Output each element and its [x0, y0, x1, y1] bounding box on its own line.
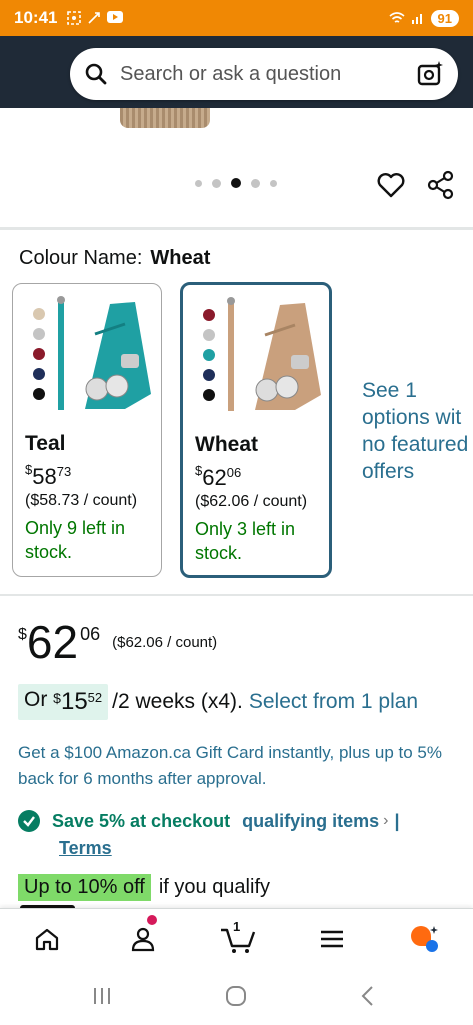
- save-at-checkout-text: Save 5% at checkout: [52, 810, 231, 831]
- product-image[interactable]: [120, 108, 210, 128]
- see-options-line: no featured: [362, 433, 469, 456]
- paw-icons: [33, 308, 45, 400]
- paw-icons: [203, 309, 215, 401]
- status-bar: 10:41 91: [0, 0, 473, 36]
- colour-swatch-teal[interactable]: Teal $5873 ($58.73 / count) Only 9 left …: [12, 283, 162, 577]
- plan-whole: 15: [60, 688, 88, 715]
- plan-symbol: $: [53, 690, 61, 706]
- price-whole: 58: [32, 464, 57, 489]
- price-cents: 06: [226, 465, 242, 480]
- image-carousel-indicator: [195, 178, 277, 188]
- status-right: 91: [389, 9, 459, 27]
- colour-name-label: Colour Name: Wheat: [19, 247, 210, 270]
- nav-cart[interactable]: 1: [218, 919, 258, 955]
- swatch-image-wheat: [203, 297, 321, 411]
- battery-indicator: 91: [430, 9, 459, 27]
- notification-dot: [147, 915, 157, 925]
- unit-price: ($62.06 / count): [112, 634, 218, 651]
- section-divider: [0, 594, 473, 596]
- android-navigation-bar: [0, 966, 473, 1025]
- promo-badge: Up to 10% off: [18, 874, 151, 901]
- check-circle-icon: [18, 810, 40, 832]
- screenshot-icon: [67, 11, 82, 25]
- coupon-row: Save 5% at checkout qualifying items › |: [18, 810, 400, 832]
- price-whole: 62: [202, 465, 227, 490]
- chevron-right-icon: ›: [383, 812, 389, 829]
- nav-rufus[interactable]: [408, 923, 440, 955]
- back-icon: [361, 986, 373, 1006]
- main-price: $ 62 06 ($62.06 / count): [18, 618, 217, 666]
- search-header: Search or ask a question: [0, 36, 473, 108]
- home-circle-icon: [226, 986, 246, 1006]
- share-button[interactable]: [426, 170, 456, 200]
- youtube-icon: [107, 11, 124, 23]
- nav-home[interactable]: [31, 923, 63, 955]
- swatch-unit-price: ($62.06 / count): [195, 493, 308, 510]
- carousel-dot: [251, 178, 260, 188]
- account-icon: [131, 927, 155, 952]
- back-button[interactable]: [354, 982, 382, 1010]
- share-icon: [427, 170, 454, 200]
- selected-colour: Wheat: [150, 247, 211, 269]
- swatch-name: Teal: [25, 432, 66, 455]
- price-symbol: $: [18, 626, 27, 643]
- qualifying-items-link[interactable]: qualifying items: [242, 811, 379, 832]
- plan-price-pill: Or $15 52: [18, 684, 109, 720]
- add-to-wishlist-button[interactable]: [376, 170, 406, 200]
- see-options-line: See 1: [362, 379, 417, 402]
- select-plan-link[interactable]: Select from 1 plan: [249, 690, 418, 714]
- home-icon: [35, 928, 59, 951]
- promo-text: if you qualify: [158, 876, 270, 898]
- cart-count: 1: [233, 919, 241, 934]
- plan-prefix: Or: [24, 688, 48, 711]
- rufus-icon: [411, 926, 438, 952]
- recent-apps-button[interactable]: [88, 982, 116, 1010]
- section-divider: [0, 227, 473, 230]
- plan-period: /2 weeks (x4).: [112, 690, 243, 713]
- nav-account[interactable]: [127, 915, 159, 955]
- status-time: 10:41: [14, 8, 58, 27]
- carousel-dot-active: [231, 178, 241, 188]
- terms-link[interactable]: Terms: [59, 838, 112, 859]
- swatch-price: $5873: [25, 462, 71, 490]
- carousel-dot: [212, 178, 221, 188]
- recent-apps-icon: [94, 988, 110, 1004]
- status-icons-left: [67, 11, 124, 25]
- swatch-stock: Only 3 left in stock.: [195, 519, 296, 563]
- see-options-link[interactable]: See 1 options wit no featured offers: [362, 377, 473, 485]
- carousel-dot: [270, 179, 277, 187]
- swatch-unit-price: ($58.73 / count): [25, 492, 138, 509]
- see-options-line: options wit: [362, 406, 462, 429]
- wifi-icon: [389, 12, 405, 23]
- link-separator: |: [394, 810, 400, 831]
- menu-icon: [321, 930, 343, 948]
- swatch-price: $6206: [195, 463, 241, 491]
- payment-plan-row: Or $15 52 /2 weeks (x4). Select from 1 pl…: [18, 684, 418, 720]
- bottom-navigation: 1: [0, 908, 473, 966]
- carousel-dot: [195, 179, 202, 187]
- plan-cents: 52: [87, 690, 103, 705]
- cast-icon: [88, 12, 101, 24]
- swatch-stock: Only 9 left in stock.: [25, 518, 126, 562]
- swatch-image-teal: [33, 296, 151, 410]
- price-cents: 73: [56, 464, 72, 479]
- home-button[interactable]: [222, 982, 250, 1010]
- promo-row: Up to 10% off if you qualify: [18, 874, 270, 901]
- see-options-line: offers: [362, 460, 415, 483]
- colour-swatch-wheat[interactable]: Wheat $6206 ($62.06 / count) Only 3 left…: [180, 282, 332, 578]
- swatch-name: Wheat: [195, 433, 258, 456]
- search-input[interactable]: Search or ask a question: [120, 63, 416, 86]
- nav-menu[interactable]: [316, 923, 348, 955]
- colour-label-text: Colour Name:: [19, 247, 143, 269]
- price-whole: 62: [26, 616, 79, 668]
- search-icon: [85, 63, 107, 85]
- search-bar[interactable]: Search or ask a question: [70, 48, 458, 100]
- heart-icon: [377, 173, 405, 198]
- signal-icon: [411, 14, 422, 24]
- gift-card-offer-link[interactable]: Get a $100 Amazon.ca Gift Card instantly…: [18, 740, 458, 792]
- camera-lens-icon[interactable]: [416, 60, 444, 88]
- price-cents: 06: [80, 624, 101, 644]
